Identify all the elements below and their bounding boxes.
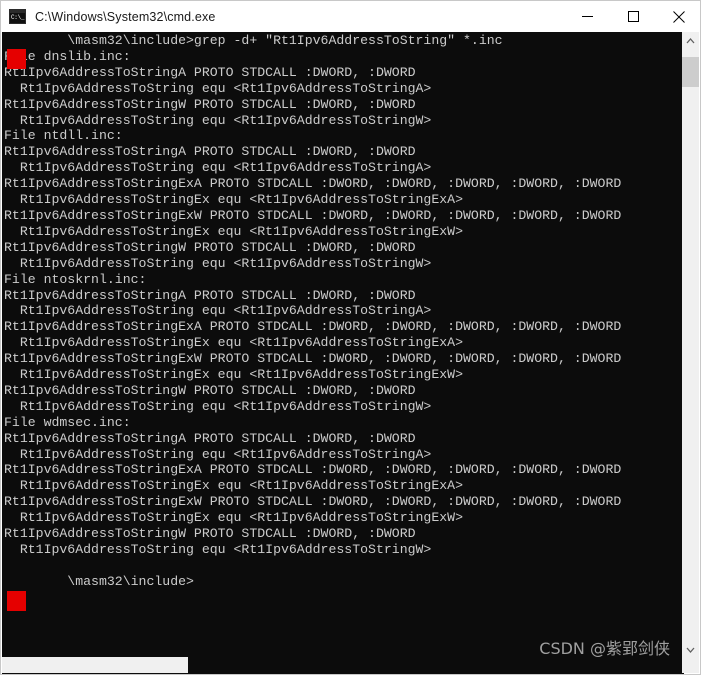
console-text: \masm32\include>grep -d+ "Rt1Ipv6Address…: [4, 33, 622, 589]
maximize-button[interactable]: [610, 1, 656, 32]
chevron-up-icon: [686, 37, 695, 43]
window-controls: [564, 1, 700, 32]
csdn-watermark: CSDN @紫郢剑侠: [539, 639, 670, 658]
console-output-area[interactable]: \masm32\include>grep -d+ "Rt1Ipv6Address…: [2, 32, 684, 674]
horizontal-scroll-thumb[interactable]: [2, 657, 188, 673]
scrollbar-corner: [682, 656, 699, 673]
chevron-down-icon: [686, 647, 695, 653]
minimize-button[interactable]: [564, 1, 610, 32]
redaction-block-bottom: [7, 591, 26, 611]
redaction-block-top: [7, 49, 26, 69]
window-title: C:\Windows\System32\cmd.exe: [35, 9, 216, 24]
vertical-scroll-thumb[interactable]: [682, 57, 699, 87]
cmd-console-icon: C:\_: [9, 9, 26, 24]
close-icon: [673, 10, 685, 23]
icon-prompt-glyph: C:\_: [10, 13, 25, 23]
title-bar[interactable]: C:\_ C:\Windows\System32\cmd.exe: [1, 1, 700, 32]
close-button[interactable]: [656, 1, 700, 32]
minimize-icon: [581, 16, 593, 17]
cmd-window: C:\_ C:\Windows\System32\cmd.exe \masm32…: [0, 0, 701, 675]
scroll-up-button[interactable]: [682, 32, 699, 49]
vertical-scrollbar[interactable]: [682, 32, 699, 658]
horizontal-scrollbar[interactable]: [2, 657, 684, 673]
maximize-icon: [627, 11, 639, 22]
